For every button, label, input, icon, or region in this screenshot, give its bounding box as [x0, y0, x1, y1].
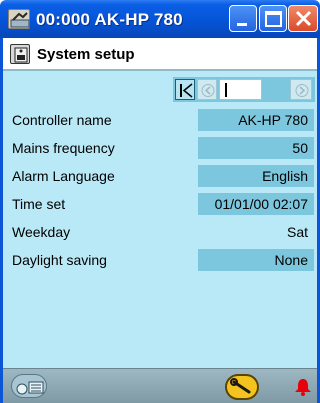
page-position-field[interactable]	[219, 79, 262, 100]
setting-label: Daylight saving	[12, 252, 107, 268]
page-caret	[225, 83, 227, 97]
setting-row-daylight-saving: Daylight saving None	[3, 249, 317, 271]
window-title: 00:000 AK-HP 780	[36, 10, 183, 29]
setting-row-mains-frequency: Mains frequency 50	[3, 137, 317, 159]
status-bar	[3, 368, 317, 403]
maximize-icon	[265, 11, 282, 27]
page-title: System setup	[37, 46, 135, 63]
first-page-icon	[180, 83, 193, 98]
mains-frequency-field[interactable]: 50	[198, 137, 314, 159]
setting-row-alarm-language: Alarm Language English	[3, 165, 317, 187]
service-button[interactable]	[225, 374, 259, 400]
setting-label: Weekday	[12, 224, 71, 240]
page-header: System setup	[3, 38, 317, 71]
setting-label: Time set	[12, 196, 66, 212]
first-page-button[interactable]	[175, 79, 195, 100]
maximize-button[interactable]	[259, 5, 287, 32]
wrench-icon	[230, 378, 251, 394]
alarm-language-field[interactable]: English	[198, 165, 314, 187]
minimize-icon	[237, 23, 247, 26]
client-area: System setup Controller name AK-HP 780 M…	[0, 38, 320, 403]
setting-row-time-set: Time set 01/01/00 02:07	[3, 193, 317, 215]
title-bar[interactable]: 00:000 AK-HP 780	[0, 0, 320, 38]
setting-label: Alarm Language	[12, 168, 115, 184]
close-button[interactable]	[288, 5, 318, 32]
controller-icon[interactable]	[8, 9, 30, 29]
prev-page-button[interactable]	[197, 79, 217, 100]
controller-name-field[interactable]: AK-HP 780	[198, 109, 314, 131]
minimize-button[interactable]	[229, 5, 257, 32]
setting-label: Controller name	[12, 112, 112, 128]
next-page-button[interactable]	[290, 79, 312, 100]
setup-icon	[10, 44, 30, 64]
daylight-saving-field[interactable]: None	[198, 249, 314, 271]
prev-page-icon	[201, 84, 215, 97]
setting-label: Mains frequency	[12, 140, 115, 156]
next-page-icon	[295, 84, 309, 97]
setting-row-controller-name: Controller name AK-HP 780	[3, 109, 317, 131]
alarm-bell-icon[interactable]	[293, 377, 313, 397]
close-icon	[295, 10, 312, 27]
page-navigator	[173, 77, 315, 102]
setting-row-weekday: Weekday Sat	[3, 221, 317, 243]
connection-button[interactable]	[11, 374, 47, 398]
time-set-field[interactable]: 01/01/00 02:07	[198, 193, 314, 215]
weekday-value: Sat	[286, 224, 308, 240]
connection-icon	[16, 381, 44, 395]
